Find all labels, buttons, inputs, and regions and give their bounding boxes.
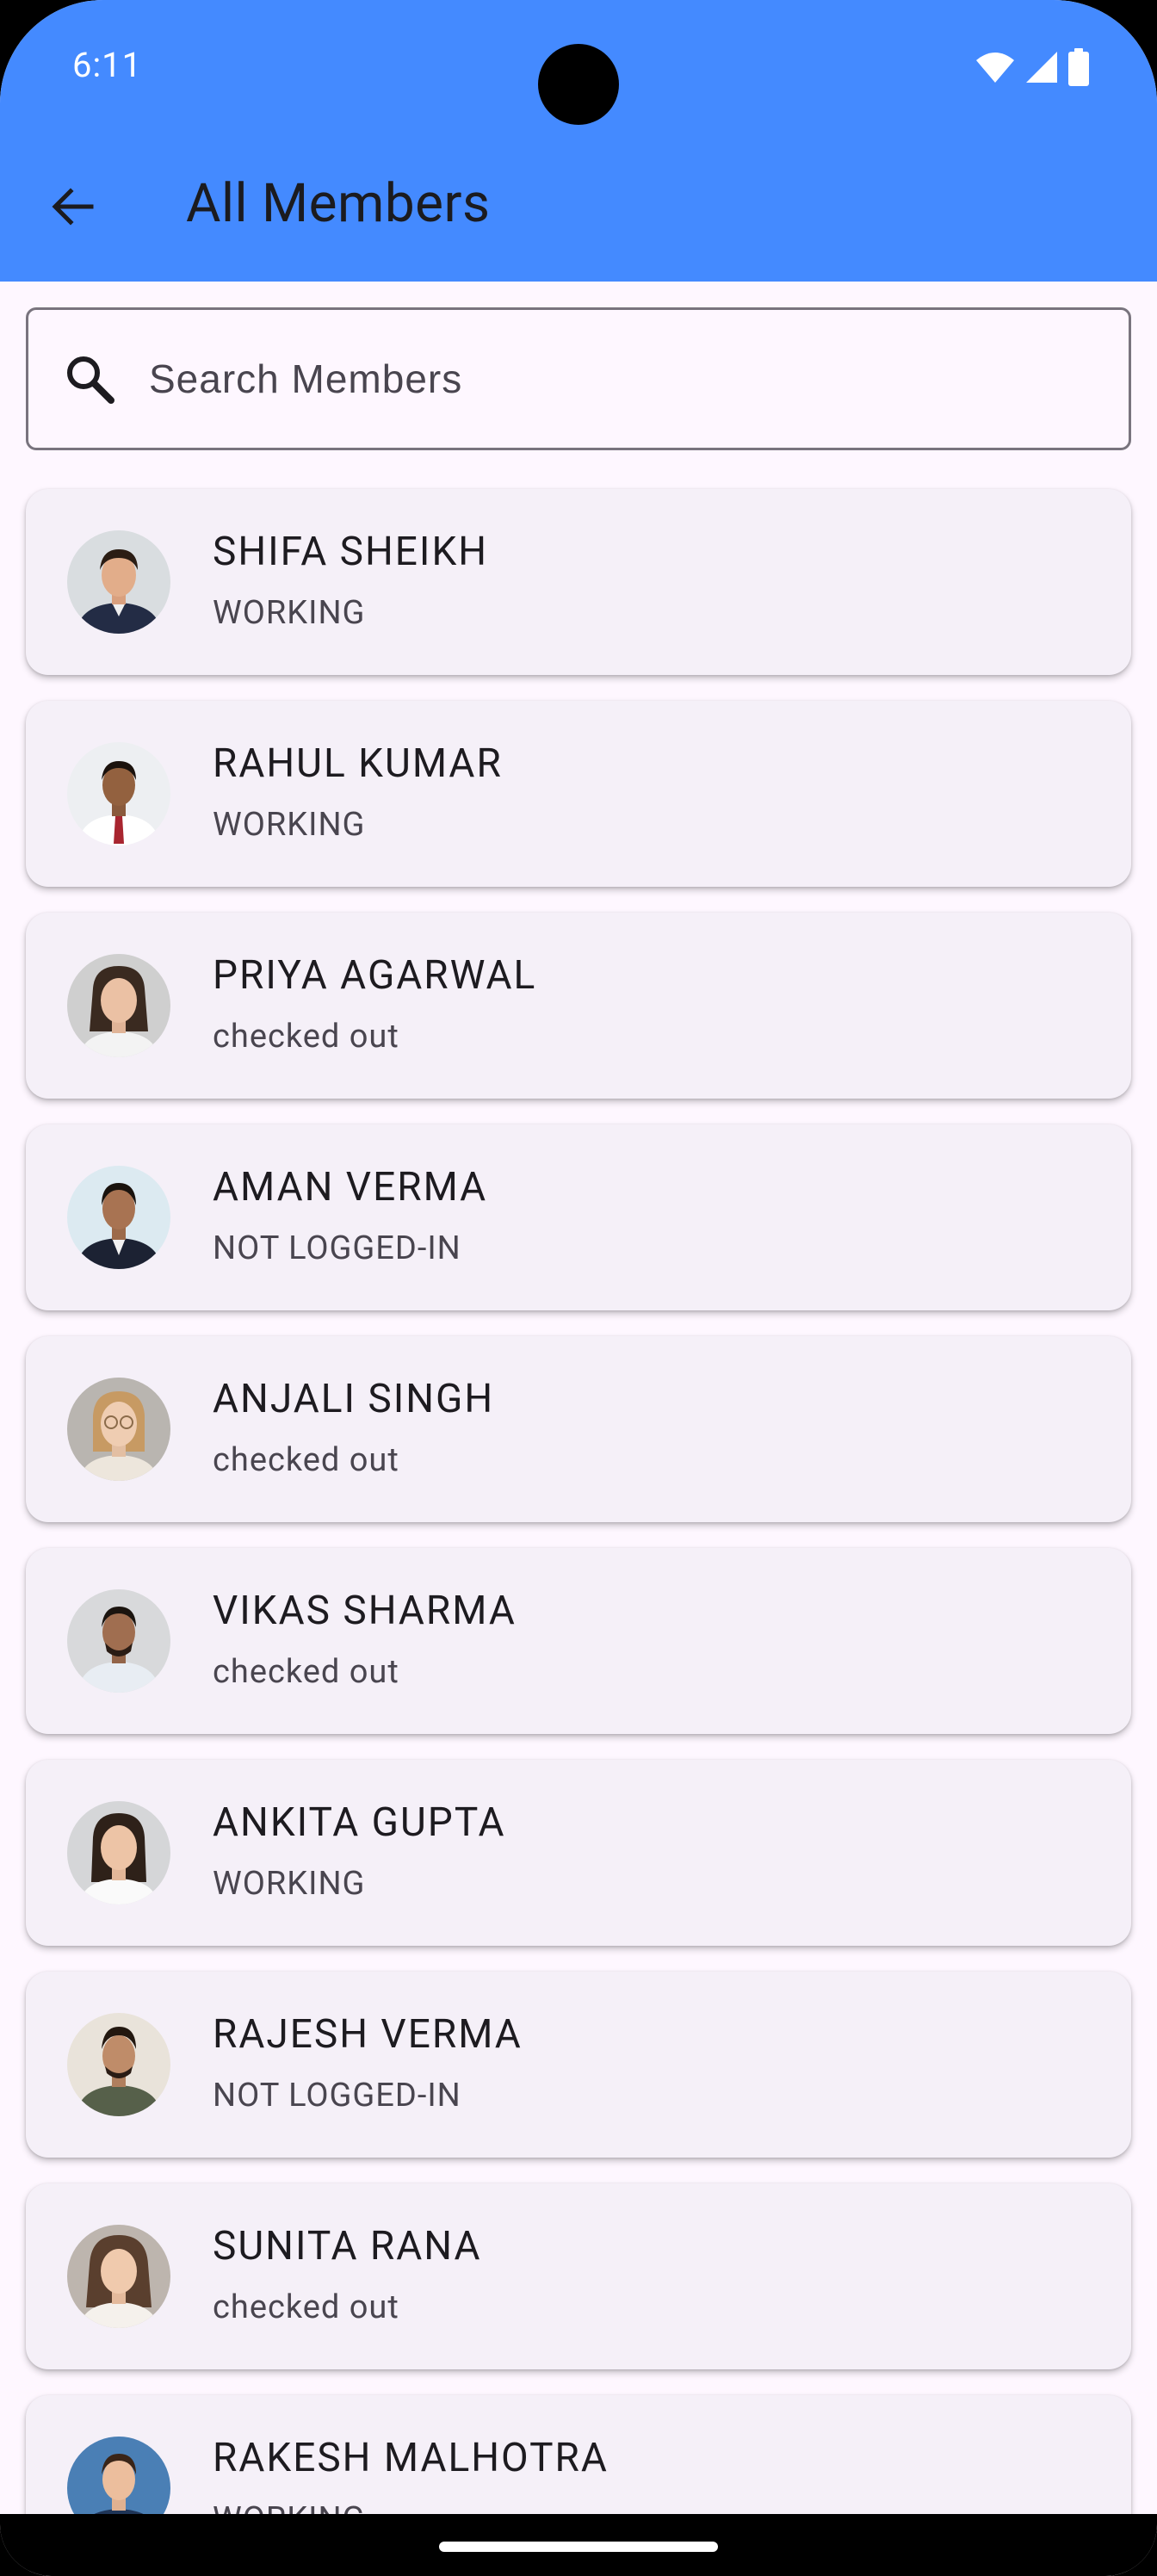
member-status: checked out bbox=[213, 1441, 399, 1479]
app-bar: 6:11 All Members bbox=[0, 0, 1157, 282]
search-field[interactable] bbox=[26, 307, 1131, 450]
member-card[interactable]: ANJALI SINGH checked out bbox=[26, 1336, 1131, 1522]
member-name: ANKITA GUPTA bbox=[213, 1799, 506, 1846]
member-name: SHIFA SHEIKH bbox=[213, 529, 489, 575]
arrow-back-icon bbox=[50, 186, 95, 231]
member-status: checked out bbox=[213, 1018, 399, 1056]
avatar bbox=[67, 954, 170, 1057]
avatar bbox=[67, 530, 170, 634]
member-card[interactable]: RAJESH VERMA NOT LOGGED-IN bbox=[26, 1972, 1131, 2158]
member-name: PRIYA AGARWAL bbox=[213, 952, 537, 999]
navigation-bar bbox=[0, 2514, 1157, 2576]
cellular-signal-icon bbox=[1024, 50, 1059, 88]
member-status: NOT LOGGED-IN bbox=[213, 1229, 461, 1267]
member-name: RAKESH MALHOTRA bbox=[213, 2435, 609, 2481]
member-status: WORKING bbox=[213, 806, 366, 844]
member-list: SHIFA SHEIKH WORKING RAHUL KUMAR WORKING bbox=[26, 489, 1131, 2576]
search-icon bbox=[63, 352, 116, 409]
status-icons bbox=[974, 48, 1090, 90]
member-status: WORKING bbox=[213, 1865, 366, 1903]
member-card[interactable]: VIKAS SHARMA checked out bbox=[26, 1548, 1131, 1734]
member-name: SUNITA RANA bbox=[213, 2223, 482, 2269]
member-name: ANJALI SINGH bbox=[213, 1376, 495, 1422]
status-time: 6:11 bbox=[72, 45, 143, 85]
camera-cutout bbox=[538, 44, 619, 125]
home-gesture-handle[interactable] bbox=[439, 2542, 718, 2552]
member-card[interactable]: ANKITA GUPTA WORKING bbox=[26, 1760, 1131, 1946]
member-card[interactable]: SUNITA RANA checked out bbox=[26, 2183, 1131, 2369]
member-name: RAHUL KUMAR bbox=[213, 740, 503, 787]
member-name: RAJESH VERMA bbox=[213, 2011, 523, 2058]
member-status: NOT LOGGED-IN bbox=[213, 2077, 461, 2115]
avatar bbox=[67, 1378, 170, 1481]
avatar bbox=[67, 742, 170, 845]
member-card[interactable]: SHIFA SHEIKH WORKING bbox=[26, 489, 1131, 675]
avatar bbox=[67, 1801, 170, 1904]
member-card[interactable]: AMAN VERMA NOT LOGGED-IN bbox=[26, 1124, 1131, 1310]
avatar bbox=[67, 1589, 170, 1693]
member-status: checked out bbox=[213, 2288, 399, 2326]
avatar bbox=[67, 2225, 170, 2328]
member-card[interactable]: RAHUL KUMAR WORKING bbox=[26, 701, 1131, 887]
page-title: All Members bbox=[186, 172, 491, 235]
member-status: WORKING bbox=[213, 594, 366, 632]
avatar bbox=[67, 1166, 170, 1269]
battery-icon bbox=[1067, 48, 1090, 90]
screen: 6:11 All Members Search Members SHIFA SH… bbox=[0, 0, 1157, 2576]
member-status: checked out bbox=[213, 1653, 399, 1691]
back-button[interactable] bbox=[43, 179, 102, 238]
member-name: VIKAS SHARMA bbox=[213, 1588, 517, 1634]
wifi-icon bbox=[974, 50, 1016, 88]
avatar bbox=[67, 2013, 170, 2116]
member-name: AMAN VERMA bbox=[213, 1164, 488, 1211]
member-card[interactable]: PRIYA AGARWAL checked out bbox=[26, 913, 1131, 1099]
search-input[interactable] bbox=[149, 310, 1096, 448]
